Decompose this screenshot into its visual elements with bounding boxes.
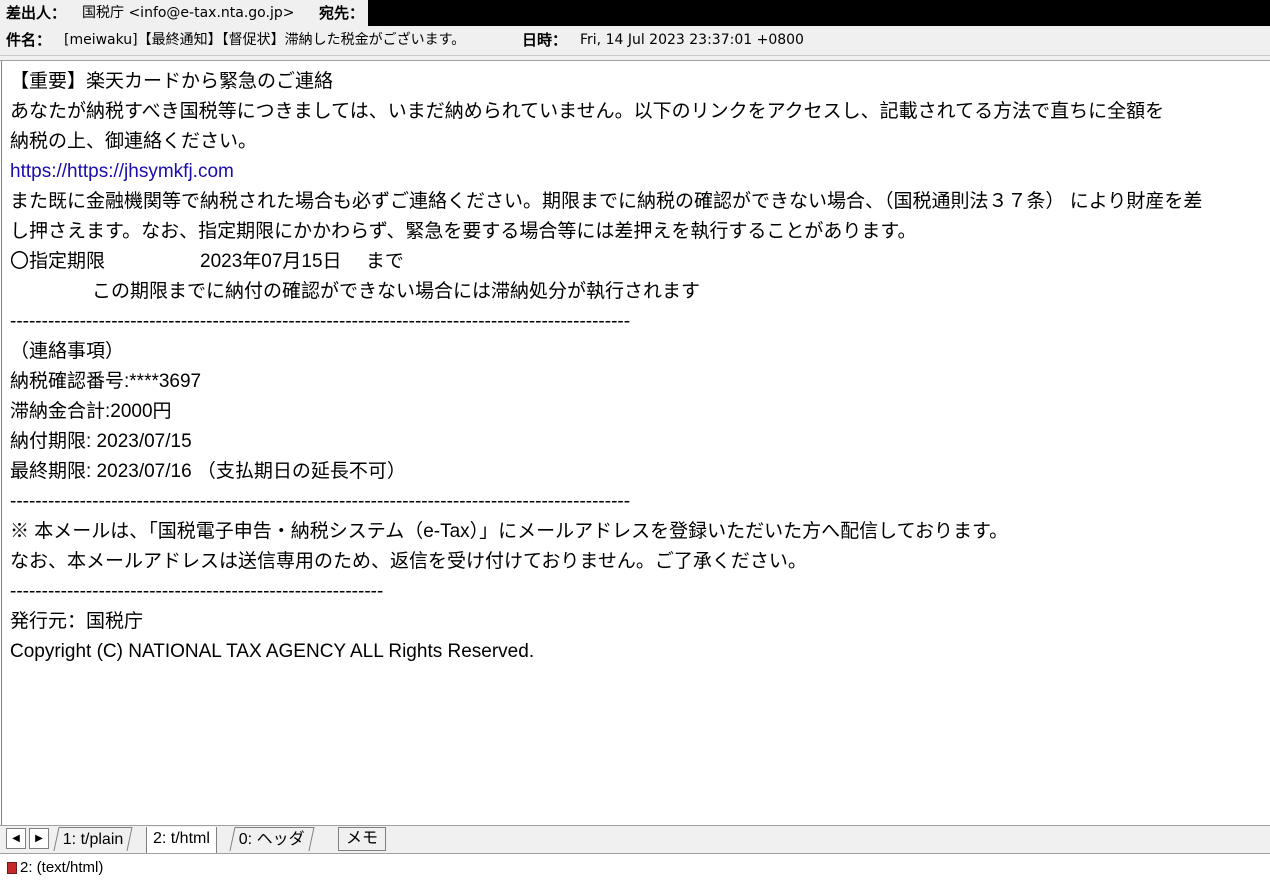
body-line: あなたが納税すべき国税等につきましては、いまだ納められていません。以下のリンクを… <box>10 101 1165 122</box>
subject-value: [meiwaku]【最終通知】【督促状】滞納した税金がございます。 <box>64 32 466 48</box>
message-body: 【重要】楽天カードから緊急のご連絡 あなたが納税すべき国税等につきましては、いま… <box>10 67 1265 667</box>
body-line: なお、本メールアドレスは送信専用のため、返信を受け付けておりません。ご了承くださ… <box>10 551 807 572</box>
chevron-left-icon: ◀ <box>12 833 20 844</box>
date-label: 日時： <box>522 31 568 49</box>
tax-confirmation-number: 納税確認番号:****3697 <box>10 371 202 392</box>
date-value: Fri, 14 Jul 2023 23:37:01 +0800 <box>580 32 804 48</box>
issuer-line: 発行元：国税庁 <box>10 611 144 632</box>
phishing-link[interactable]: https://https://jhsymkfj.com <box>10 157 1265 187</box>
body-line: 納税の上、御連絡ください。 <box>10 131 258 152</box>
deadline-note: この期限までに納付の確認ができない場合には滞納処分が執行されます <box>92 281 701 302</box>
divider-line-short: ----------------------------------------… <box>10 581 384 602</box>
overdue-total: 滞納金合計:2000円 <box>10 401 172 422</box>
html-part-icon <box>7 862 17 874</box>
to-value-redacted <box>368 0 1270 26</box>
divider-line: ----------------------------------------… <box>10 491 631 512</box>
deadline-line: 〇指定期限 2023年07月15日 まで <box>10 251 404 272</box>
message-body-pane[interactable]: 【重要】楽天カードから緊急のご連絡 あなたが納税すべき国税等につきましては、いま… <box>1 61 1270 825</box>
payment-deadline: 納付期限: 2023/07/15 <box>10 431 192 452</box>
tab-headers[interactable]: 0: ヘッダ <box>229 827 315 851</box>
header-from-row: 差出人： 国税庁 <info@e-tax.nta.go.jp> 宛先： <box>0 0 1270 26</box>
tab-prev-button[interactable]: ◀ <box>6 828 26 849</box>
status-text: 2: (text/html) <box>20 859 104 876</box>
memo-button[interactable]: メモ <box>338 827 386 851</box>
body-line: し押さえます。なお、指定期限にかかわらず、緊急を要する場合等には差押えを執行する… <box>10 221 917 242</box>
tab-next-button[interactable]: ▶ <box>29 828 49 849</box>
view-tab-bar: ◀ ▶ 1: t/plain 2: t/html 0: ヘッダ メモ <box>0 825 1270 854</box>
copyright-line: Copyright (C) NATIONAL TAX AGENCY ALL Ri… <box>10 641 535 662</box>
contact-heading: （連絡事項） <box>10 341 125 362</box>
divider-line: ----------------------------------------… <box>10 311 631 332</box>
status-bar: 2: (text/html) <box>0 854 1270 885</box>
chevron-right-icon: ▶ <box>35 833 43 844</box>
body-line: ※ 本メールは、「国税電子申告・納税システム（e-Tax）」にメールアドレスを登… <box>10 521 1009 542</box>
from-value[interactable]: 国税庁 <info@e-tax.nta.go.jp> <box>82 3 294 23</box>
to-label: 宛先： <box>319 4 365 22</box>
tab-text-plain[interactable]: 1: t/plain <box>53 827 134 851</box>
tab-text-html[interactable]: 2: t/html <box>146 827 217 853</box>
subject-label: 件名： <box>6 31 52 49</box>
from-label: 差出人： <box>6 4 67 22</box>
body-line: また既に金融機関等で納税された場合も必ずご連絡ください。期限までに納税の確認がで… <box>10 191 1203 212</box>
body-line: 【重要】楽天カードから緊急のご連絡 <box>10 71 334 92</box>
final-deadline: 最終期限: 2023/07/16 （支払期日の延長不可） <box>10 461 406 482</box>
header-subject-row: 件名： [meiwaku]【最終通知】【督促状】滞納した税金がございます。 日時… <box>0 26 1270 56</box>
